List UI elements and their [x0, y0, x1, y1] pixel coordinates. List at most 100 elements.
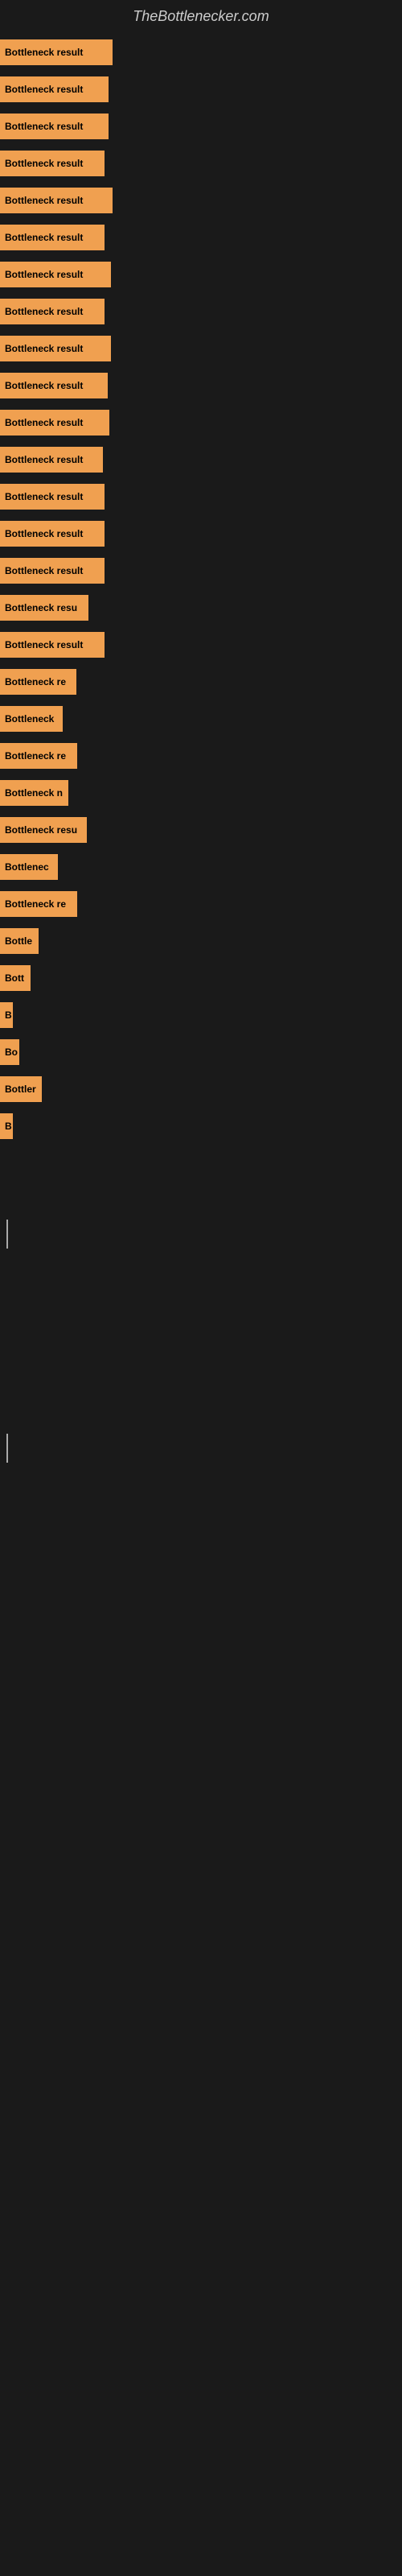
- bar-row: Bottleneck result: [0, 148, 402, 179]
- result-bar[interactable]: Bottleneck result: [0, 76, 109, 102]
- result-bar[interactable]: Bottleneck: [0, 706, 63, 732]
- bar-row: Bottleneck re: [0, 889, 402, 919]
- bar-label: Bottleneck result: [5, 380, 83, 391]
- result-bar[interactable]: Bottleneck result: [0, 521, 105, 547]
- bar-row: [0, 1256, 402, 1285]
- bar-label: Bottler: [5, 1084, 36, 1095]
- bar-row: B: [0, 1000, 402, 1030]
- bar-row: [0, 1433, 402, 1463]
- bar-row: Bottler: [0, 1074, 402, 1104]
- result-bar[interactable]: Bottleneck re: [0, 891, 77, 917]
- bar-label: Bottleneck result: [5, 565, 83, 576]
- bar-row: [0, 1291, 402, 1320]
- cursor-indicator: [6, 1220, 8, 1249]
- bar-label: Bottleneck result: [5, 195, 83, 206]
- bar-label: Bottleneck result: [5, 417, 83, 428]
- bar-row: [0, 1219, 402, 1249]
- bar-row: Bottleneck result: [0, 407, 402, 438]
- result-bar[interactable]: Bottleneck result: [0, 410, 109, 436]
- bar-label: Bottleneck result: [5, 269, 83, 280]
- bar-label: Bottleneck result: [5, 47, 83, 58]
- result-bar[interactable]: Bottleneck result: [0, 632, 105, 658]
- result-bar[interactable]: Bottleneck result: [0, 447, 103, 473]
- bar-label: Bott: [5, 972, 24, 984]
- bar-row: Bottleneck resu: [0, 592, 402, 623]
- bar-label: Bottleneck result: [5, 454, 83, 465]
- result-bar[interactable]: Bottleneck result: [0, 558, 105, 584]
- bar-row: Bottleneck result: [0, 259, 402, 290]
- result-bar[interactable]: Bottle: [0, 928, 39, 954]
- result-bar[interactable]: Bottleneck result: [0, 39, 113, 65]
- bar-label: Bottle: [5, 935, 32, 947]
- bar-row: B: [0, 1111, 402, 1141]
- bar-row: Bo: [0, 1037, 402, 1067]
- bar-row: Bottleneck result: [0, 333, 402, 364]
- bar-label: Bottleneck result: [5, 343, 83, 354]
- result-bar[interactable]: B: [0, 1002, 13, 1028]
- bar-row: Bottleneck result: [0, 74, 402, 105]
- bar-label: Bottleneck result: [5, 121, 83, 132]
- bar-label: Bottleneck: [5, 713, 54, 724]
- bar-row: Bottleneck result: [0, 518, 402, 549]
- result-bar[interactable]: Bottleneck resu: [0, 595, 88, 621]
- bar-row: Bottleneck result: [0, 296, 402, 327]
- bar-row: Bottleneck result: [0, 481, 402, 512]
- result-bar[interactable]: Bottler: [0, 1076, 42, 1102]
- bar-row: Bottleneck result: [0, 37, 402, 68]
- bar-row: Bottleneck n: [0, 778, 402, 808]
- bar-row: Bottleneck result: [0, 185, 402, 216]
- bar-row: Bottleneck re: [0, 667, 402, 697]
- bar-label: Bottleneck result: [5, 306, 83, 317]
- result-bar[interactable]: B: [0, 1113, 13, 1139]
- result-bar[interactable]: Bott: [0, 965, 31, 991]
- bar-row: Bottleneck result: [0, 630, 402, 660]
- bar-label: Bottleneck resu: [5, 824, 77, 836]
- bar-row: [0, 1327, 402, 1356]
- result-bar[interactable]: Bottleneck result: [0, 225, 105, 250]
- bar-row: [0, 1183, 402, 1212]
- result-bar[interactable]: Bottleneck result: [0, 336, 111, 361]
- result-bar[interactable]: Bottleneck result: [0, 299, 105, 324]
- bar-label: Bottleneck resu: [5, 602, 77, 613]
- result-bar[interactable]: Bottleneck result: [0, 262, 111, 287]
- result-bar[interactable]: Bottleneck re: [0, 669, 76, 695]
- result-bar[interactable]: Bottleneck result: [0, 114, 109, 139]
- result-bar[interactable]: Bottleneck re: [0, 743, 77, 769]
- result-bar[interactable]: Bottleneck result: [0, 151, 105, 176]
- bar-label: Bottleneck result: [5, 639, 83, 650]
- bar-label: Bottleneck result: [5, 491, 83, 502]
- bar-label: Bottleneck re: [5, 898, 66, 910]
- bar-label: Bottleneck result: [5, 158, 83, 169]
- bar-row: [0, 1148, 402, 1177]
- bar-label: Bottleneck result: [5, 528, 83, 539]
- bar-row: Bottleneck re: [0, 741, 402, 771]
- chart-area: Bottleneck result Bottleneck result Bottle…: [0, 29, 402, 1463]
- bar-label: Bottlenec: [5, 861, 49, 873]
- bar-label: B: [5, 1121, 12, 1132]
- bar-label: Bottleneck result: [5, 232, 83, 243]
- bar-label: Bottleneck result: [5, 84, 83, 95]
- bar-row: Bottleneck: [0, 704, 402, 734]
- bar-row: Bott: [0, 963, 402, 993]
- bar-row: Bottleneck result: [0, 111, 402, 142]
- bar-row: [0, 1362, 402, 1391]
- result-bar[interactable]: Bottlenec: [0, 854, 58, 880]
- result-bar[interactable]: Bottleneck result: [0, 373, 108, 398]
- result-bar[interactable]: Bottleneck result: [0, 484, 105, 510]
- result-bar[interactable]: Bottleneck n: [0, 780, 68, 806]
- bar-label: Bottleneck re: [5, 750, 66, 762]
- bar-row: Bottlenec: [0, 852, 402, 882]
- bar-row: Bottleneck result: [0, 555, 402, 586]
- bar-label: Bo: [5, 1046, 18, 1058]
- cursor-indicator: [6, 1434, 8, 1463]
- bar-row: Bottle: [0, 926, 402, 956]
- bar-row: Bottleneck result: [0, 370, 402, 401]
- result-bar[interactable]: Bo: [0, 1039, 19, 1065]
- result-bar[interactable]: Bottleneck resu: [0, 817, 87, 843]
- bar-row: [0, 1397, 402, 1426]
- bar-label: Bottleneck re: [5, 676, 66, 687]
- result-bar[interactable]: Bottleneck result: [0, 188, 113, 213]
- site-title: TheBottlenecker.com: [0, 0, 402, 29]
- bar-label: Bottleneck n: [5, 787, 63, 799]
- bars-container: Bottleneck result Bottleneck result Bottle…: [0, 29, 402, 1463]
